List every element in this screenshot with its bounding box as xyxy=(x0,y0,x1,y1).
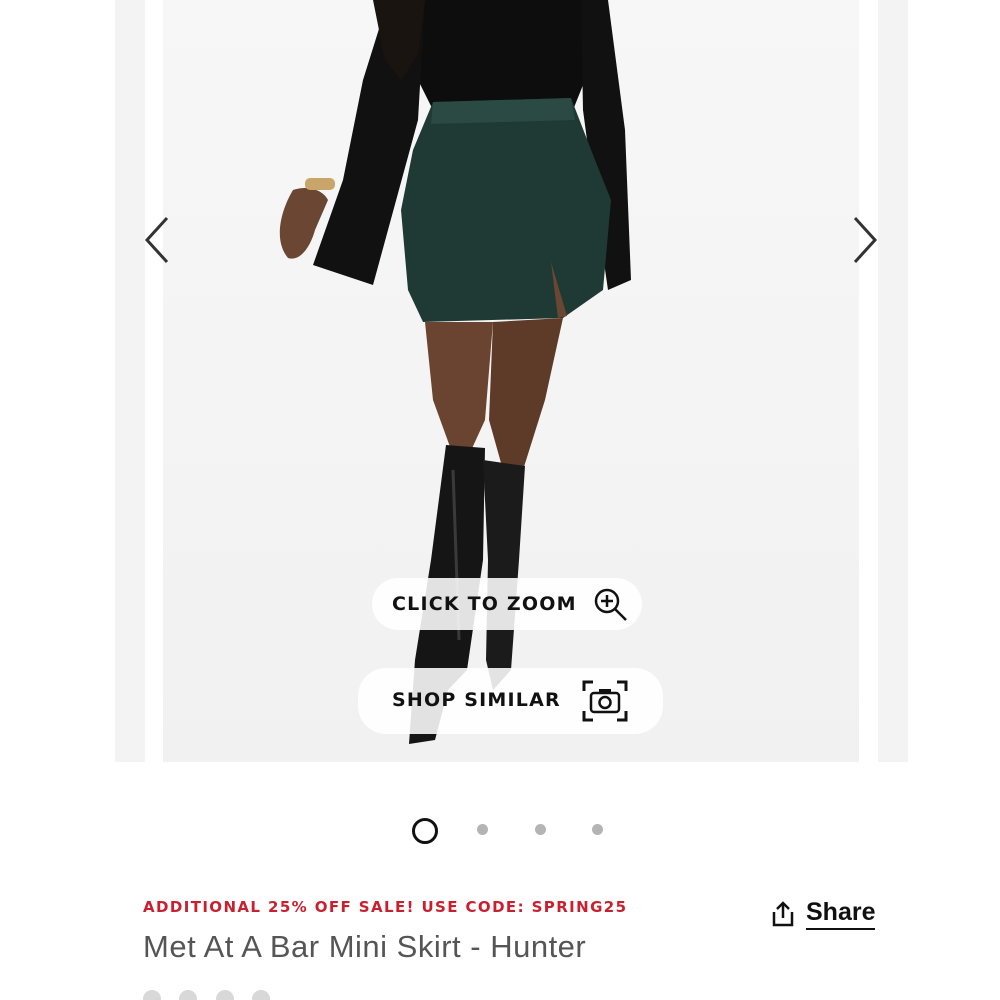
previous-image-peek xyxy=(115,0,145,762)
product-photo[interactable] xyxy=(163,0,859,762)
share-label: Share xyxy=(806,898,876,930)
rating-stars[interactable] xyxy=(143,990,313,1000)
product-title: Met At A Bar Mini Skirt - Hunter xyxy=(143,929,587,964)
pagination-dot[interactable] xyxy=(477,824,488,835)
star-icon xyxy=(143,990,161,1000)
pagination-dot[interactable] xyxy=(592,824,603,835)
previous-image-button[interactable] xyxy=(137,210,177,270)
shop-similar-button[interactable]: SHOP SIMILAR xyxy=(358,668,663,734)
pagination-dot-active[interactable] xyxy=(412,818,438,844)
share-icon xyxy=(772,901,794,927)
model-illustration xyxy=(279,0,631,744)
chevron-right-icon xyxy=(853,216,878,264)
click-to-zoom-button[interactable]: CLICK TO ZOOM xyxy=(372,578,642,630)
zoom-in-icon xyxy=(594,588,627,621)
click-to-zoom-label: CLICK TO ZOOM xyxy=(392,593,577,615)
share-button[interactable]: Share xyxy=(770,897,876,931)
promo-banner: ADDITIONAL 25% OFF SALE! USE CODE: SPRIN… xyxy=(143,898,628,916)
star-icon xyxy=(179,990,198,1000)
star-icon xyxy=(252,990,271,1000)
image-pagination xyxy=(405,812,625,848)
chevron-left-icon xyxy=(144,216,169,264)
camera-icon xyxy=(582,680,628,722)
shop-similar-label: SHOP SIMILAR xyxy=(392,689,561,711)
next-image-button[interactable] xyxy=(845,210,885,270)
star-icon xyxy=(215,990,234,1000)
next-image-peek xyxy=(878,0,908,762)
product-image-gallery: CLICK TO ZOOM SHOP SIMILAR xyxy=(0,0,1000,765)
pagination-dot[interactable] xyxy=(535,824,546,835)
